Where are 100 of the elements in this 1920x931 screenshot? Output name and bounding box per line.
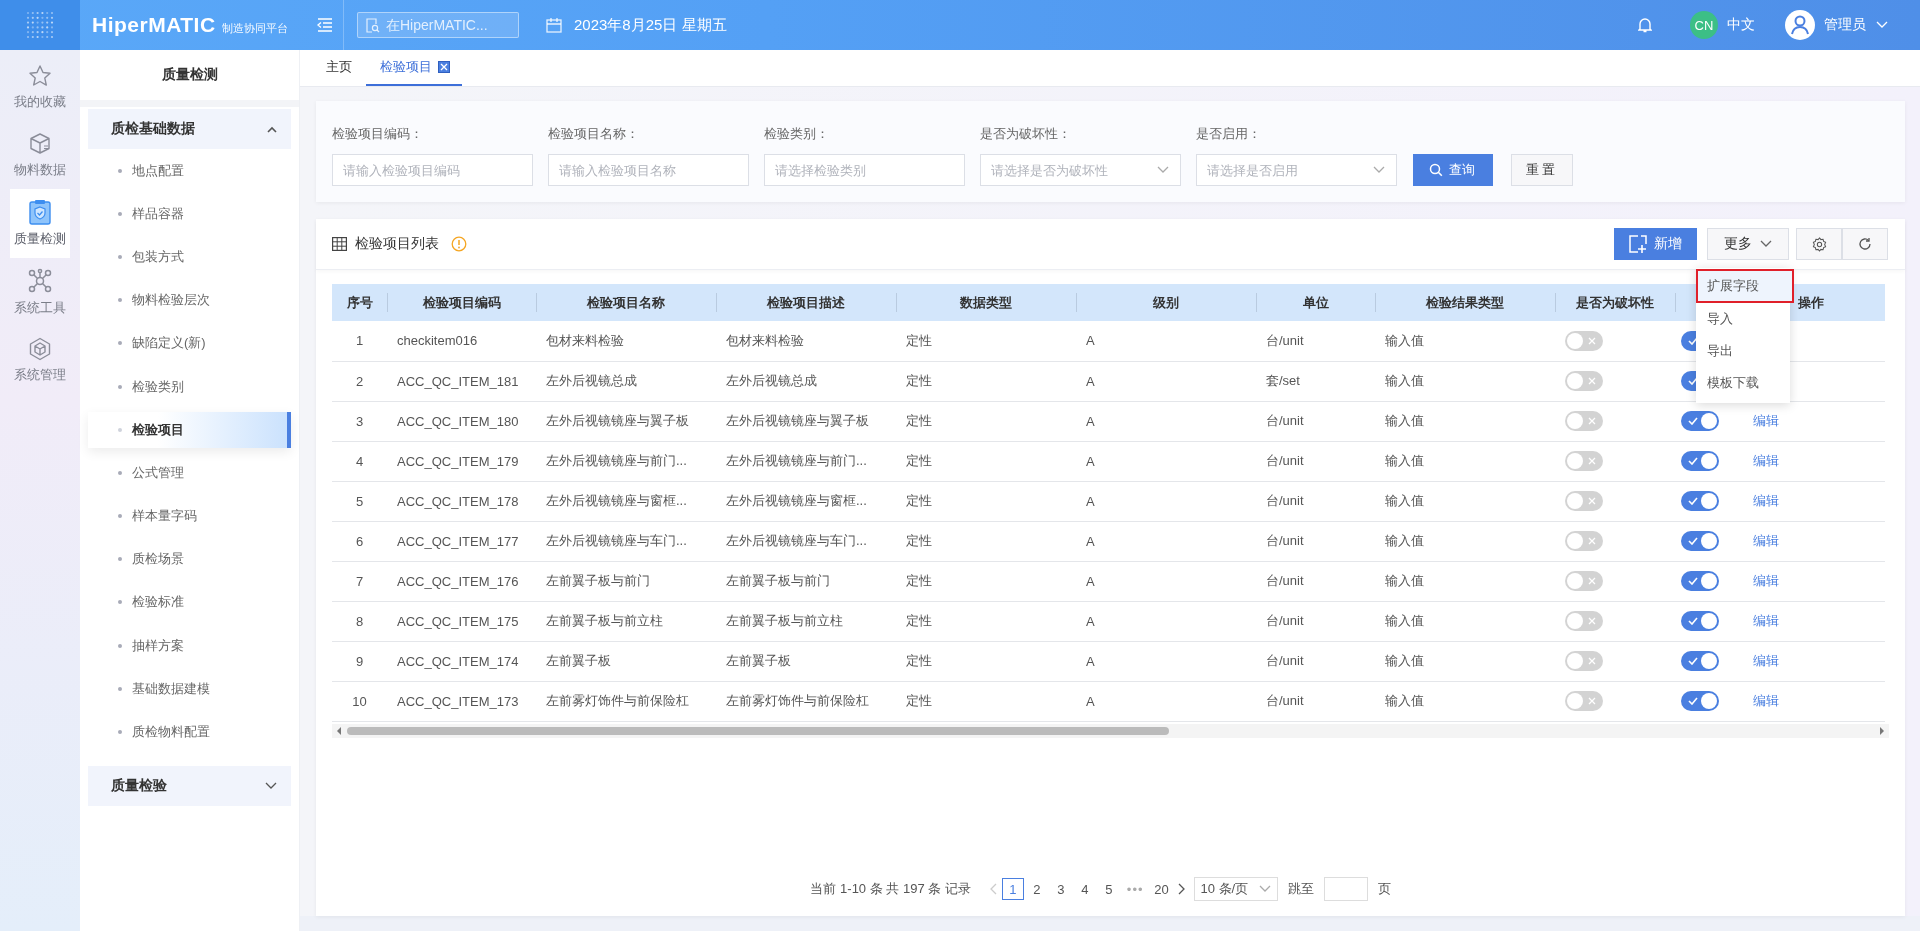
column-header: 检验项目名称 (536, 284, 716, 321)
field-label: 检验类别： (764, 125, 830, 143)
table-cell: 8 (355, 613, 364, 629)
table-cell: 左前翼子板 (546, 653, 611, 668)
table-cell: 左前翼子板与前门 (726, 573, 830, 588)
table-cell: 台/unit (1266, 613, 1304, 628)
table-cell: 左外后视镜镜座与车门... (546, 533, 687, 548)
table-cell: 台/unit (1266, 413, 1304, 428)
table-cell: 左外后视镜总成 (546, 373, 637, 388)
table-cell: 定性 (906, 653, 932, 668)
column-header: 单位 (1256, 284, 1375, 321)
table-cell: 4 (355, 453, 364, 469)
table-cell: 定性 (906, 453, 932, 468)
table-cell: ACC_QC_ITEM_180 (397, 413, 519, 429)
table-cell: 套/set (1266, 373, 1300, 388)
table-cell: 7 (355, 573, 364, 589)
table-cell: 左外后视镜镜座与翼子板 (546, 413, 689, 428)
table-cell: 台/unit (1266, 653, 1304, 668)
field-label: 是否启用： (1196, 125, 1262, 143)
table-cell: 2 (355, 373, 364, 389)
table-cell: 左外后视镜镜座与前门... (546, 453, 687, 468)
table-cell: 左前翼子板与前立柱 (726, 613, 843, 628)
column-header: 检验结果类型 (1375, 284, 1555, 321)
table-cell: 输入值 (1385, 613, 1424, 628)
table-cell: 9 (355, 653, 364, 669)
table-cell: 定性 (906, 573, 932, 588)
column-header: 检验项目编码 (387, 284, 536, 321)
brand-logo: HiperMATIC (92, 13, 216, 37)
table-cell: 输入值 (1385, 413, 1424, 428)
table-cell: 输入值 (1385, 453, 1424, 468)
table-title: 检验项目列表 (355, 235, 439, 253)
table-cell: 台/unit (1266, 573, 1304, 588)
table-cell: ACC_QC_ITEM_174 (397, 653, 519, 669)
brand-subtitle: 制造协同平台 (221, 21, 288, 36)
table-cell: 输入值 (1385, 493, 1424, 508)
table-cell: 定性 (906, 493, 932, 508)
table-cell: A (1086, 573, 1095, 589)
table-cell: 左前雾灯饰件与前保险杠 (546, 693, 689, 708)
table-cell: ACC_QC_ITEM_175 (397, 613, 519, 629)
table-cell: ACC_QC_ITEM_173 (397, 693, 519, 709)
table-cell: 定性 (906, 613, 932, 628)
table-cell: 输入值 (1385, 653, 1424, 668)
table-cell: 台/unit (1266, 693, 1304, 708)
table-cell: 6 (355, 533, 364, 549)
page-suffix: 页 (1377, 880, 1391, 898)
column-header: 是否为破坏性 (1555, 284, 1675, 321)
table-cell: 包材来料检验 (546, 332, 624, 348)
table-cell: 左外后视镜镜座与前门... (726, 453, 867, 468)
table-cell: A (1086, 373, 1095, 389)
table-cell: 左外后视镜镜座与窗框... (726, 493, 867, 508)
table-cell: 台/unit (1266, 453, 1304, 468)
table-cell: 台/unit (1266, 332, 1304, 348)
table-cell: 左前翼子板与前门 (546, 573, 650, 588)
current-date: 2023年8月25日 星期五 (574, 15, 727, 35)
page-ellipsis: ••• (1126, 881, 1144, 897)
table-cell: ACC_QC_ITEM_179 (397, 453, 519, 469)
table-cell: A (1086, 613, 1095, 629)
table-cell: 输入值 (1385, 533, 1424, 548)
table-cell: ACC_QC_ITEM_181 (397, 373, 519, 389)
table-cell: 台/unit (1266, 533, 1304, 548)
table-cell: 输入值 (1385, 693, 1424, 708)
table-cell: checkitem016 (397, 333, 478, 349)
table-cell: 左外后视镜镜座与窗框... (546, 493, 687, 508)
table-cell: 左前翼子板 (726, 653, 791, 668)
table-cell: ACC_QC_ITEM_178 (397, 493, 519, 509)
field-label: 检验项目名称： (548, 125, 640, 143)
table-cell: A (1086, 533, 1095, 549)
table-cell: 3 (355, 413, 364, 429)
table-cell: 定性 (906, 413, 932, 428)
pagination-summary: 当前 1-10 条 共 197 条 记录 (810, 880, 971, 898)
field-label: 是否为破坏性： (980, 125, 1072, 143)
table-cell: 左外后视镜镜座与车门... (726, 533, 867, 548)
table-cell: 左外后视镜镜座与翼子板 (726, 413, 869, 428)
table-cell: 定性 (906, 533, 932, 548)
table-cell: 左外后视镜总成 (726, 373, 817, 388)
table-cell: 5 (355, 493, 364, 509)
table-cell: 定性 (906, 332, 932, 348)
table-cell: A (1086, 493, 1095, 509)
table-cell: 台/unit (1266, 493, 1304, 508)
table-cell: A (1086, 413, 1095, 429)
column-header: 数据类型 (896, 284, 1076, 321)
table-cell: 左前雾灯饰件与前保险杠 (726, 693, 869, 708)
column-header: 检验项目描述 (716, 284, 896, 321)
column-header: 级别 (1076, 284, 1256, 321)
table-cell: 包材来料检验 (726, 332, 804, 348)
table-cell: 1 (355, 333, 364, 349)
column-header: 序号 (332, 284, 387, 321)
table-cell: 左前翼子板与前立柱 (546, 613, 663, 628)
table-cell: 定性 (906, 693, 932, 708)
table-cell: ACC_QC_ITEM_176 (397, 573, 519, 589)
table-cell: 输入值 (1385, 573, 1424, 588)
table-cell: A (1086, 453, 1095, 469)
table-cell: 10 (352, 693, 367, 709)
table-cell: 定性 (906, 373, 932, 388)
table-cell: A (1086, 333, 1095, 349)
table-cell: 输入值 (1385, 373, 1424, 388)
field-label: 检验项目编码： (332, 125, 424, 143)
table-cell: A (1086, 693, 1095, 709)
table-cell: A (1086, 653, 1095, 669)
jump-label: 跳至 (1287, 880, 1314, 898)
